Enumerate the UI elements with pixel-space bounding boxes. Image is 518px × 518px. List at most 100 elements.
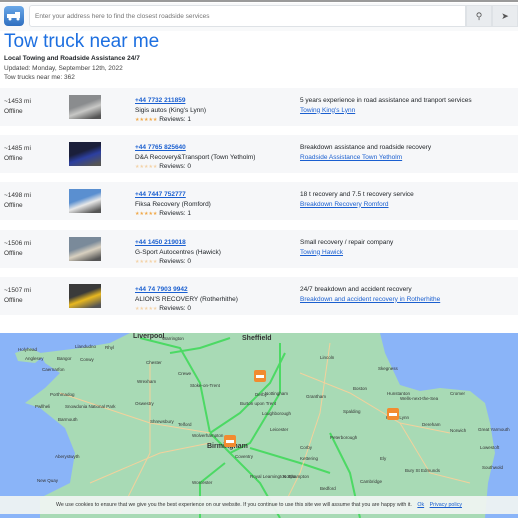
review-count: Reviews: 0 xyxy=(159,163,192,170)
listing-distance-status: ~1453 mi Offline xyxy=(4,97,31,117)
updated-date: Updated: Monday, September 12th, 2022 xyxy=(4,65,123,72)
page-title: Tow truck near me xyxy=(4,31,160,52)
description: Breakdown assistance and roadside recove… xyxy=(300,144,432,151)
map-label-barmouth: Barmouth xyxy=(58,417,78,422)
phone-link[interactable]: +44 7447 752777 xyxy=(135,190,211,200)
map-label-leicester: Leicester xyxy=(270,427,289,432)
map-label-norwich: Norwich xyxy=(450,428,467,433)
map-label-wrexham: Wrexham xyxy=(137,379,156,384)
map-label-oswestry: Oswestry xyxy=(135,401,155,406)
map-label-crewe: Crewe xyxy=(178,371,192,376)
listing-row: ~1498 mi Offline +44 7447 752777 Fiksa Rec… xyxy=(0,182,518,220)
listing-link[interactable]: Towing King's Lynn xyxy=(300,106,472,116)
map-label-cambridge: Cambridge xyxy=(360,479,383,484)
locate-button[interactable]: ➤ xyxy=(492,5,518,27)
business-name: G-Sport Autocentres (Hawick) xyxy=(135,248,221,256)
map-label-warrington: Warrington xyxy=(162,336,184,341)
map-label-wells-next-the-sea: Wells-next-the-Sea xyxy=(400,396,439,401)
top-border xyxy=(0,0,518,2)
map-label-royal-leamington-spa: Royal Leamington Spa xyxy=(250,474,296,479)
map[interactable]: Liverpool Warrington Sheffield Holyhead Llan… xyxy=(0,333,518,518)
map-label-pwllheli: Pwllheli xyxy=(35,404,50,409)
tow-truck-marker-glyph xyxy=(389,413,397,416)
listing-link[interactable]: Towing Hawick xyxy=(300,248,393,258)
distance: ~1507 mi xyxy=(4,287,31,294)
phone-link[interactable]: +44 7765 825640 xyxy=(135,143,255,153)
map-label-new-quay: New Quay xyxy=(37,478,59,483)
map-label-lowestoft: Lowestoft xyxy=(480,445,500,450)
map-label-burton-upon-trent: Burton upon Trent xyxy=(240,401,277,406)
review-count: Reviews: 0 xyxy=(159,258,192,265)
map-label-rhyl: Rhyl xyxy=(105,345,114,350)
status: Offline xyxy=(4,108,23,115)
description: 5 years experience in road assistance an… xyxy=(300,97,472,104)
listing-photo[interactable] xyxy=(69,189,101,213)
map-label-telford: Telford xyxy=(178,422,192,427)
rating-stars-icon: ★★★★★ xyxy=(135,259,158,265)
map-label-corby: Corby xyxy=(300,445,313,450)
distance: ~1453 mi xyxy=(4,98,31,105)
map-label-southwold: Southwold xyxy=(482,465,504,470)
listing-link[interactable]: Breakdown Recovery Romford xyxy=(300,200,414,210)
listing-link[interactable]: Breakdown and accident recovery in Rothe… xyxy=(300,295,440,305)
map-label-wolverhampton: Wolverhampton xyxy=(192,433,224,438)
map-label-lincoln: Lincoln xyxy=(320,355,335,360)
tow-truck-marker-glyph xyxy=(226,440,234,443)
listing-distance-status: ~1506 mi Offline xyxy=(4,239,31,259)
map-label-shrewsbury: Shrewsbury xyxy=(150,419,175,424)
map-label-cromer: Cromer xyxy=(450,391,466,396)
phone-link[interactable]: +44 74 7903 9942 xyxy=(135,285,238,295)
tow-truck-marker-glyph xyxy=(256,375,264,378)
map-label-snowdonia-national-park: Snowdonia National Park xyxy=(65,404,116,409)
business-name: Fiksa Recovery (Romford) xyxy=(135,200,211,208)
map-label-great-yarmouth: Great Yarmouth xyxy=(478,427,510,432)
phone-link[interactable]: +44 7732 211859 xyxy=(135,96,206,106)
map-label-bedford: Bedford xyxy=(320,486,336,491)
distance: ~1498 mi xyxy=(4,192,31,199)
listing-row: ~1453 mi Offline +44 7732 211859 Sigis aut… xyxy=(0,88,518,126)
description: 18 t recovery and 7.5 t recovery service xyxy=(300,191,414,198)
map-label-boston: Boston xyxy=(353,386,368,391)
phone-link[interactable]: +44 1450 219018 xyxy=(135,238,221,248)
rating-stars-icon: ★★★★★ xyxy=(135,117,158,123)
business-name: D&A Recovery&Transport (Town Yetholm) xyxy=(135,153,256,161)
map-label-bangor: Bangor xyxy=(57,356,72,361)
business-name: Sigis autos (King's Lynn) xyxy=(135,106,207,114)
privacy-policy-link[interactable]: Privacy policy xyxy=(430,502,462,508)
map-label-anglesey: Anglesey xyxy=(25,356,44,361)
listing-row: ~1507 mi Offline +44 74 7903 9942 ALION'S … xyxy=(0,277,518,315)
status: Offline xyxy=(4,297,23,304)
location-arrow-icon: ➤ xyxy=(501,10,509,21)
listing-photo[interactable] xyxy=(69,142,101,166)
review-count: Reviews: 0 xyxy=(159,305,192,312)
distance: ~1506 mi xyxy=(4,240,31,247)
description: 24/7 breakdown and accident recovery xyxy=(300,286,412,293)
listing-row: ~1485 mi Offline +44 7765 825640 D&A Recov… xyxy=(0,135,518,173)
cookie-banner: We use cookies to ensure that we give yo… xyxy=(0,496,518,514)
tow-truck-icon[interactable] xyxy=(4,6,24,26)
distance: ~1485 mi xyxy=(4,145,31,152)
map-label-conwy: Conwy xyxy=(80,357,95,362)
description: Small recovery / repair company xyxy=(300,239,394,246)
status: Offline xyxy=(4,250,23,257)
map-label-bury-st-edmunds: Bury St Edmunds xyxy=(405,468,441,473)
map-label-chester: Chester xyxy=(146,360,162,365)
listing-photo[interactable] xyxy=(69,284,101,308)
listing-row: ~1506 mi Offline +44 1450 219018 G-Sport A… xyxy=(0,230,518,268)
rating-stars-icon: ★★★★★ xyxy=(135,211,158,217)
map-label-grantham: Grantham xyxy=(306,394,326,399)
map-label-caernarfon: Caernarfon xyxy=(42,367,65,372)
address-search-input[interactable] xyxy=(29,5,466,27)
review-count: Reviews: 1 xyxy=(159,210,192,217)
review-count: Reviews: 1 xyxy=(159,116,192,123)
map-label-porthmadog: Porthmadog xyxy=(50,392,75,397)
cookie-ok-button[interactable]: Ok xyxy=(417,502,424,508)
page-subtitle: Local Towing and Roadside Assistance 24/… xyxy=(4,55,140,62)
map-label-worcester: Worcester xyxy=(192,480,213,485)
listing-photo[interactable] xyxy=(69,237,101,261)
listing-link[interactable]: Roadside Assistance Town Yetholm xyxy=(300,153,431,163)
cookie-text: We use cookies to ensure that we give yo… xyxy=(55,502,412,508)
map-label-liverpool: Liverpool xyxy=(133,333,165,340)
listing-photo[interactable] xyxy=(69,95,101,119)
search-button[interactable]: ⚲ xyxy=(466,5,492,27)
